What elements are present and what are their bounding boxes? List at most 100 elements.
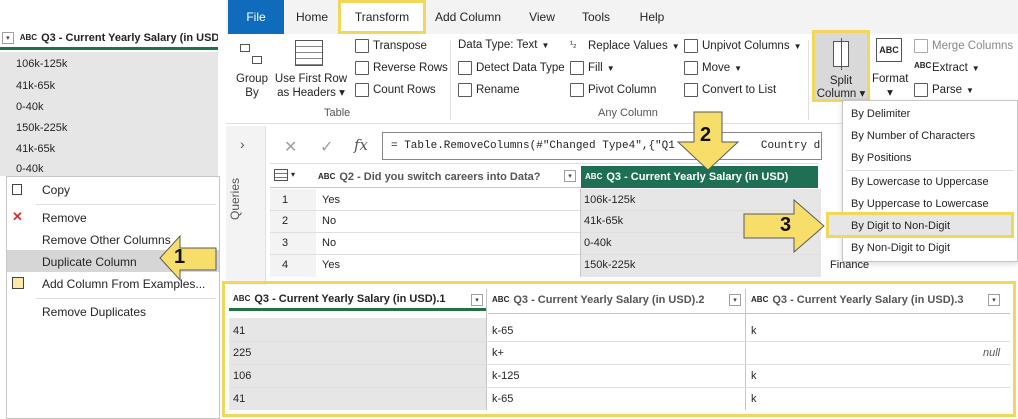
transpose-button[interactable]: Transpose [355, 39, 427, 53]
tab-home[interactable]: Home [288, 0, 336, 34]
pivot-column-button[interactable]: Pivot Column [570, 83, 656, 97]
result-cell: k-125 [492, 370, 520, 382]
replace-values-icon: ¹₂ [570, 39, 584, 53]
move-button[interactable]: Move ▼ [684, 61, 742, 75]
grid-line [229, 364, 1010, 365]
transpose-label: Transpose [373, 40, 427, 52]
left-header-dropdown-icon[interactable]: ▾ [2, 31, 14, 44]
context-remove[interactable]: Remove [42, 211, 87, 225]
group-by-button[interactable]: Group By [232, 72, 272, 100]
cancel-formula-icon[interactable]: ✕ [284, 137, 297, 157]
convert-to-list-label: Convert to List [702, 84, 777, 96]
list-item: 0-40k [16, 101, 44, 113]
split-by-positions[interactable]: By Positions [851, 152, 912, 164]
rename-icon [458, 83, 472, 97]
reverse-rows-button[interactable]: Reverse Rows [355, 61, 448, 75]
split-column-button[interactable]: Split Column ▾ [812, 30, 870, 102]
grid-vline [580, 189, 581, 277]
formula-text: = Table.RemoveColumns(#"Changed Type4",{… [391, 140, 675, 152]
tab-transform[interactable]: Transform [338, 0, 426, 34]
left-column-header[interactable]: ▾ ABC Q3 - Current Yearly Salary (in USD… [0, 28, 218, 50]
merge-columns-button[interactable]: Merge Columns [914, 39, 1013, 53]
result-col1-dropdown-icon[interactable]: ▾ [471, 294, 483, 306]
commit-formula-icon[interactable]: ✓ [320, 137, 333, 157]
result-cell: 41 [233, 393, 246, 405]
result-cell: k-65 [492, 325, 514, 337]
rename-button[interactable]: Rename [458, 83, 519, 97]
fill-label: Fill [588, 62, 603, 74]
any-column-group-label: Any Column [598, 107, 658, 119]
extract-button[interactable]: ABC Extract ▼ [914, 61, 980, 75]
queries-label: Queries [228, 177, 242, 220]
text-type-icon: ABC [751, 295, 769, 304]
row-number: 2 [282, 215, 289, 227]
row-number-col [270, 189, 316, 277]
result-cell: k [751, 393, 757, 405]
result-col2-header[interactable]: ABC Q3 - Current Yearly Salary (in USD).… [488, 289, 745, 311]
result-col3-dropdown-icon[interactable]: ▾ [988, 294, 1000, 306]
tab-file[interactable]: File [228, 0, 284, 34]
fill-down-icon [570, 61, 584, 75]
unpivot-columns-button[interactable]: Unpivot Columns ▼ [684, 39, 802, 53]
result-cell: 41 [233, 325, 246, 337]
context-duplicate-column[interactable]: Duplicate Column [42, 255, 137, 269]
unpivot-columns-icon [684, 39, 698, 53]
parse-icon [914, 83, 928, 97]
replace-values-button[interactable]: ¹₂ Replace Values ▼ [570, 39, 680, 53]
grid-line [229, 387, 1010, 388]
use-first-row-button[interactable]: Use First Row as Headers ▾ [272, 72, 350, 100]
copy-icon [12, 184, 22, 195]
context-copy[interactable]: Copy [42, 183, 70, 197]
tab-view[interactable]: View [520, 0, 564, 34]
table-menu-dropdown-icon[interactable]: ▾ [291, 170, 295, 179]
detect-data-type-button[interactable]: Detect Data Type [458, 61, 565, 75]
result-col1-header-label: Q3 - Current Yearly Salary (in USD).1 [254, 292, 446, 305]
tab-add-column[interactable]: Add Column [428, 0, 508, 34]
group-by-icon [240, 42, 264, 66]
count-rows-button[interactable]: Count Rows [355, 83, 436, 97]
formula-input[interactable]: = Table.RemoveColumns(#"Changed Type4",{… [382, 132, 822, 160]
split-by-delimiter[interactable]: By Delimiter [851, 108, 910, 120]
split-column-label: Split Column [816, 75, 857, 100]
split-by-non-digit-to-digit[interactable]: By Non-Digit to Digit [851, 242, 950, 254]
format-button[interactable]: Format ▾ [872, 72, 908, 100]
extract-icon: ABC [914, 61, 931, 75]
result-col3-header[interactable]: ABC Q3 - Current Yearly Salary (in USD).… [747, 289, 1007, 311]
main-cell: Yes [322, 259, 340, 271]
result-col1-header[interactable]: ABC Q3 - Current Yearly Salary (in USD).… [229, 289, 486, 311]
table-menu-icon[interactable] [274, 169, 288, 181]
fill-button[interactable]: Fill ▼ [570, 61, 615, 75]
left-header-label: Q3 - Current Yearly Salary (in USD) [41, 31, 218, 44]
merge-columns-label: Merge Columns [932, 40, 1014, 52]
result-col2-dropdown-icon[interactable]: ▾ [729, 294, 741, 306]
context-remove-duplicates[interactable]: Remove Duplicates [42, 305, 146, 319]
split-by-number-of-characters[interactable]: By Number of Characters [851, 130, 975, 142]
context-remove-other-columns[interactable]: Remove Other Columns [42, 233, 171, 247]
left-panel: ▾ ABC Q3 - Current Yearly Salary (in USD… [0, 0, 220, 419]
split-by-digit-to-non-digit[interactable]: By Digit to Non-Digit [851, 220, 950, 232]
result-cell: k [751, 325, 757, 337]
data-type-dropdown[interactable]: Data Type: Text ▼ [458, 39, 549, 51]
fx-icon: fx [354, 136, 369, 154]
list-item: 150k-225k [16, 122, 68, 134]
convert-to-list-button[interactable]: Convert to List [684, 83, 776, 97]
text-type-icon: ABC [318, 172, 336, 181]
tab-tools[interactable]: Tools [574, 0, 618, 34]
text-type-icon: ABC [585, 172, 603, 181]
text-type-icon: ABC [492, 295, 510, 304]
grid-line [270, 254, 821, 255]
unpivot-columns-label: Unpivot Columns [702, 40, 790, 52]
row-number: 4 [282, 259, 289, 271]
main-col1-dropdown-icon[interactable]: ▾ [564, 170, 576, 182]
result-col3-header-label: Q3 - Current Yearly Salary (in USD).3 [772, 294, 964, 306]
tab-help[interactable]: Help [630, 0, 674, 34]
parse-button[interactable]: Parse ▼ [914, 83, 974, 97]
split-by-uppercase-to-lowercase[interactable]: By Uppercase to Lowercase [851, 198, 989, 210]
main-cell: Yes [322, 194, 340, 206]
main-col1-header[interactable]: ABC Q2 - Did you switch careers into Dat… [318, 166, 580, 188]
row-number: 3 [282, 237, 289, 249]
expand-queries-icon[interactable]: › [240, 136, 245, 152]
grid-line [270, 210, 821, 211]
split-by-lowercase-to-uppercase[interactable]: By Lowercase to Uppercase [851, 176, 989, 188]
main-cell: 106k-125k [584, 194, 636, 206]
